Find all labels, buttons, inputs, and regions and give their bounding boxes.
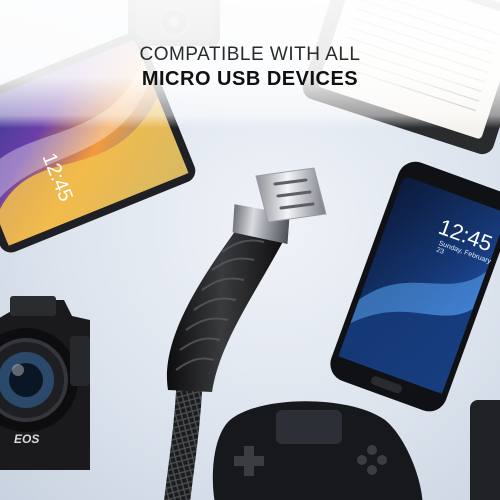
headline-line-1: COMPATIBLE WITH ALL — [139, 44, 361, 65]
headline-line-2: MICRO USB DEVICES — [141, 68, 359, 90]
camera-brand-label: EOS — [14, 432, 40, 446]
small-device — [470, 400, 500, 500]
game-controller — [212, 401, 423, 500]
smartphone — [330, 161, 500, 412]
product-image: 12:45 12:45 Sunday, February 23 EOS COMP… — [0, 0, 500, 500]
